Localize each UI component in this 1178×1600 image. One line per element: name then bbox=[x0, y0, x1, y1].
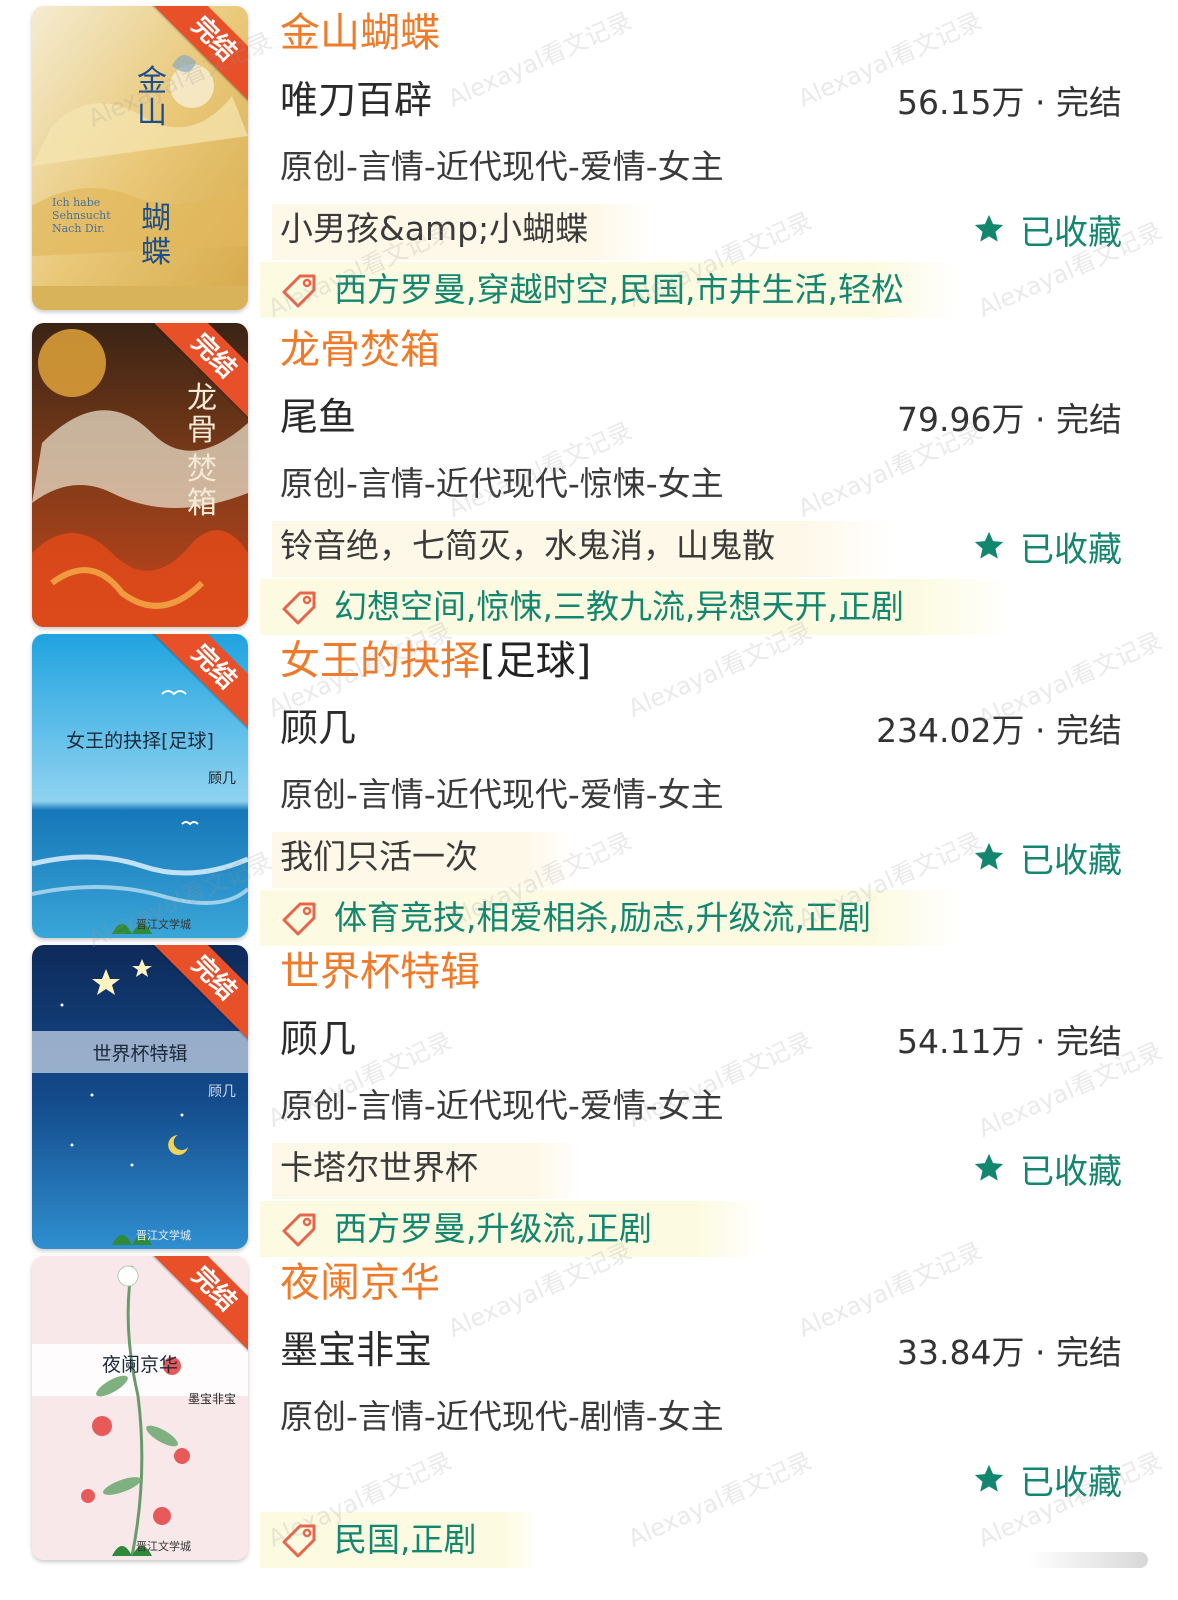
word-count-status: 79.96万 · 完结 bbox=[897, 400, 1122, 439]
scroll-indicator bbox=[1028, 1552, 1148, 1568]
book-title[interactable]: 夜阑京华 bbox=[280, 1258, 440, 1308]
book-summary: 小男孩&amp;小蝴蝶 bbox=[280, 209, 589, 248]
book-card[interactable]: 女王的抉择[足球] 顾几 晋江文学城 完结 女王的抉择[足球] 顾几 234.0… bbox=[0, 628, 1178, 946]
book-cover[interactable]: 女王的抉择[足球] 顾几 晋江文学城 完结 bbox=[32, 634, 248, 938]
book-category: 原创-言情-近代现代-爱情-女主 bbox=[280, 147, 724, 186]
book-list: 金山 蝴蝶 Ich habe Sehnsucht Nach Dir. 完结 金山… bbox=[0, 0, 1178, 1600]
book-category: 原创-言情-近代现代-剧情-女主 bbox=[280, 1397, 724, 1436]
favorite-label: 已收藏 bbox=[1020, 840, 1122, 881]
book-category: 原创-言情-近代现代-爱情-女主 bbox=[280, 775, 724, 814]
book-cover[interactable]: 世界杯特辑 顾几 晋江文学城 完结 bbox=[32, 945, 248, 1249]
book-summary: 卡塔尔世界杯 bbox=[280, 1148, 478, 1187]
tag-icon bbox=[282, 591, 316, 625]
book-tags: 体育竞技,相爱相杀,励志,升级流,正剧 bbox=[334, 898, 871, 937]
favorite-label: 已收藏 bbox=[1020, 529, 1122, 570]
star-icon bbox=[974, 1464, 1004, 1492]
book-summary: 我们只活一次 bbox=[280, 837, 478, 876]
book-cover[interactable]: 金山 蝴蝶 Ich habe Sehnsucht Nach Dir. 完结 bbox=[32, 6, 248, 310]
book-category: 原创-言情-近代现代-惊悚-女主 bbox=[280, 464, 724, 503]
book-title[interactable]: 龙骨焚箱 bbox=[280, 325, 440, 375]
cover-publisher: 晋江文学城 bbox=[136, 918, 191, 931]
book-cover[interactable]: 龙骨 焚箱 完结 bbox=[32, 323, 248, 627]
word-count-status: 33.84万 · 完结 bbox=[897, 1333, 1122, 1372]
book-author[interactable]: 唯刀百辟 bbox=[280, 76, 432, 124]
word-count-status: 234.02万 · 完结 bbox=[876, 711, 1122, 750]
book-title[interactable]: 世界杯特辑 bbox=[280, 947, 480, 997]
book-card[interactable]: 龙骨 焚箱 完结 龙骨焚箱 尾鱼 79.96万 · 完结 原创-言情-近代现代-… bbox=[0, 317, 1178, 635]
cover-title-bottom: 焚箱 bbox=[187, 452, 217, 521]
favorite-button[interactable]: 已收藏 bbox=[972, 1456, 1122, 1503]
tag-icon bbox=[282, 902, 316, 936]
book-category: 原创-言情-近代现代-爱情-女主 bbox=[280, 1086, 724, 1125]
cover-title: 世界杯特辑 bbox=[92, 1043, 188, 1065]
book-author[interactable]: 尾鱼 bbox=[280, 393, 356, 441]
book-card[interactable]: 世界杯特辑 顾几 晋江文学城 完结 世界杯特辑 顾几 54.11万 · 完结 原… bbox=[0, 939, 1178, 1257]
book-author[interactable]: 顾几 bbox=[280, 704, 356, 752]
word-count-status: 54.11万 · 完结 bbox=[897, 1022, 1122, 1061]
tag-icon bbox=[282, 1213, 316, 1247]
cover-title: 夜阑京华 bbox=[101, 1354, 178, 1376]
tag-icon bbox=[282, 1524, 316, 1558]
favorite-button[interactable]: 已收藏 bbox=[972, 834, 1122, 881]
cover-title-top: 龙骨 bbox=[187, 381, 217, 448]
cover-author: 顾几 bbox=[208, 771, 236, 787]
favorite-label: 已收藏 bbox=[1020, 1151, 1122, 1192]
book-author[interactable]: 顾几 bbox=[280, 1015, 356, 1063]
book-tags: 西方罗曼,升级流,正剧 bbox=[334, 1209, 652, 1248]
star-icon bbox=[974, 531, 1004, 559]
tag-icon bbox=[282, 274, 316, 308]
cover-author: 墨宝非宝 bbox=[187, 1392, 236, 1406]
book-title[interactable]: 女王的抉择[足球] bbox=[280, 636, 591, 686]
favorite-button[interactable]: 已收藏 bbox=[972, 1145, 1122, 1192]
cover-title: 女王的抉择[足球] bbox=[66, 730, 214, 752]
book-summary: 铃音绝，七简灭，水鬼消，山鬼散 bbox=[280, 526, 775, 565]
book-cover[interactable]: 夜阑京华 墨宝非宝 晋江文学城 完结 bbox=[32, 1256, 248, 1560]
book-tags: 西方罗曼,穿越时空,民国,市井生活,轻松 bbox=[334, 270, 904, 309]
book-author[interactable]: 墨宝非宝 bbox=[280, 1326, 432, 1374]
cover-publisher: 晋江文学城 bbox=[136, 1540, 191, 1553]
book-tags: 幻想空间,惊悚,三教九流,异想天开,正剧 bbox=[334, 587, 904, 626]
favorite-button[interactable]: 已收藏 bbox=[972, 523, 1122, 570]
book-tags: 民国,正剧 bbox=[334, 1520, 477, 1559]
cover-publisher: 晋江文学城 bbox=[136, 1229, 191, 1242]
star-icon bbox=[974, 1153, 1004, 1181]
cover-small-text: Ich habe Sehnsucht Nach Dir. bbox=[52, 196, 111, 235]
word-count-status: 56.15万 · 完结 bbox=[897, 83, 1122, 122]
star-icon bbox=[974, 214, 1004, 242]
star-icon bbox=[974, 842, 1004, 870]
book-card[interactable]: 夜阑京华 墨宝非宝 晋江文学城 完结 夜阑京华 墨宝非宝 33.84万 · 完结… bbox=[0, 1250, 1178, 1568]
favorite-button[interactable]: 已收藏 bbox=[972, 206, 1122, 253]
favorite-label: 已收藏 bbox=[1020, 212, 1122, 253]
cover-title-bottom: 蝴蝶 bbox=[141, 201, 171, 270]
cover-title-top: 金山 bbox=[137, 64, 167, 131]
book-card[interactable]: 金山 蝴蝶 Ich habe Sehnsucht Nach Dir. 完结 金山… bbox=[0, 0, 1178, 318]
cover-author: 顾几 bbox=[208, 1084, 236, 1100]
book-title[interactable]: 金山蝴蝶 bbox=[280, 8, 440, 58]
favorite-label: 已收藏 bbox=[1020, 1462, 1122, 1503]
